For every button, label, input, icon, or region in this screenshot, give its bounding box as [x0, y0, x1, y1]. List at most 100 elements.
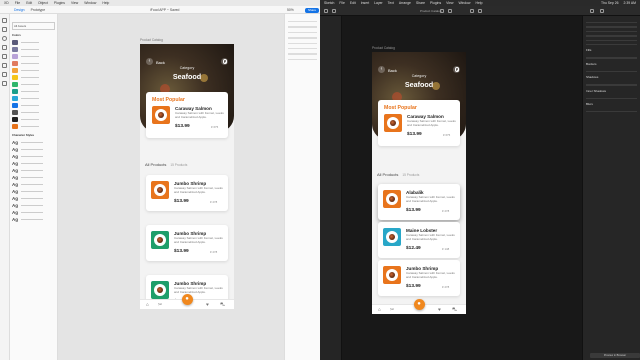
likes-count[interactable]: ♥ 148 [442, 247, 449, 251]
char-style-item[interactable]: Ag [12, 209, 55, 216]
insert-icon[interactable] [324, 9, 328, 13]
home-icon[interactable]: ⌂ [146, 303, 149, 308]
menu-item[interactable]: View [71, 1, 78, 5]
char-style-item[interactable]: Ag [12, 195, 55, 202]
menu-item[interactable]: Sketch [324, 1, 334, 5]
tab-design[interactable]: Design [14, 8, 25, 12]
select-tool-icon[interactable] [2, 18, 7, 23]
tools-icon[interactable]: ✂ [158, 303, 162, 308]
sketch-artboard-label[interactable]: Product Catalog [372, 46, 395, 50]
likes-count[interactable]: ♥ 278 [210, 200, 217, 204]
menu-item[interactable]: Layer [374, 1, 382, 5]
likes-count[interactable]: ♥ 278 [442, 285, 449, 289]
menu-item[interactable]: Edit [350, 1, 356, 5]
menu-item[interactable]: Help [102, 1, 109, 5]
menu-item[interactable]: File [339, 1, 344, 5]
likes-count[interactable]: ♥ 675 [443, 133, 450, 137]
home-icon[interactable]: ⌂ [378, 308, 381, 313]
menu-item[interactable]: Help [476, 1, 483, 5]
ellipse-tool-icon[interactable] [2, 36, 7, 41]
likes-count[interactable]: ♥ 278 [442, 209, 449, 213]
heart-icon[interactable]: ♥ [206, 303, 209, 308]
inspector-section-borders[interactable]: Borders [586, 62, 637, 66]
artboard-product-catalog[interactable]: ‹ Back Category Seafood Most Popular Caraway … [140, 44, 234, 309]
color-swatch[interactable] [12, 39, 55, 46]
menu-item[interactable]: Window [84, 1, 96, 5]
color-swatch[interactable] [12, 95, 55, 102]
back-arrow-icon[interactable]: ‹ [146, 58, 153, 65]
menu-item[interactable]: Window [458, 1, 470, 5]
artboard-tool-icon[interactable] [2, 72, 7, 77]
inspector-section-blurs[interactable]: Blurs [586, 102, 637, 106]
union-icon[interactable] [470, 9, 474, 13]
char-style-item[interactable]: Ag [12, 181, 55, 188]
line-tool-icon[interactable] [2, 45, 7, 50]
char-style-item[interactable]: Ag [12, 216, 55, 223]
likes-count[interactable]: ♥ 278 [210, 250, 217, 254]
inspector-section-fills[interactable]: Fills [586, 48, 637, 52]
menu-item[interactable]: Insert [361, 1, 369, 5]
char-style-item[interactable]: Ag [12, 188, 55, 195]
likes-count[interactable]: ♥ 675 [211, 125, 218, 129]
product-card[interactable]: Jumbo Shrimp Caraway Salmon with Fennel, … [146, 225, 228, 261]
search-icon[interactable] [453, 66, 460, 73]
xd-canvas[interactable]: Product Catalog ‹ Back Category Seafood Most… [58, 14, 284, 360]
menu-item[interactable]: Text [388, 1, 394, 5]
color-swatch[interactable] [12, 116, 55, 123]
ungroup-icon[interactable] [448, 9, 452, 13]
color-swatch[interactable] [12, 74, 55, 81]
inspector-section-inner-shadows[interactable]: Inner Shadows [586, 89, 637, 93]
rectangle-tool-icon[interactable] [2, 27, 7, 32]
char-style-item[interactable]: Ag [12, 146, 55, 153]
layers-icon[interactable] [332, 9, 336, 13]
tab-prototype[interactable]: Prototype [31, 8, 46, 12]
char-style-item[interactable]: Ag [12, 202, 55, 209]
user-icon[interactable]: ● [413, 299, 425, 310]
pen-tool-icon[interactable] [2, 54, 7, 59]
char-style-item[interactable]: Ag [12, 160, 55, 167]
color-swatch[interactable] [12, 123, 55, 130]
color-swatch[interactable] [12, 81, 55, 88]
product-card[interactable]: Jumbo Shrimp Caraway Salmon with Fennel, … [378, 260, 460, 296]
zoom-level[interactable]: 50% [287, 8, 294, 12]
export-icon[interactable] [600, 9, 604, 13]
artboard-label[interactable]: Product Catalog [140, 38, 163, 42]
menu-item[interactable]: XD [4, 1, 9, 5]
cart-icon[interactable]: ⛍ [220, 303, 225, 308]
menu-item[interactable]: Plugins [54, 1, 65, 5]
product-card[interactable]: Jumbo Shrimp Caraway Salmon with Fennel, … [146, 175, 228, 211]
text-tool-icon[interactable] [2, 63, 7, 68]
share-button[interactable]: Share [305, 7, 320, 14]
char-style-item[interactable]: Ag [12, 174, 55, 181]
char-style-item[interactable]: Ag [12, 167, 55, 174]
menu-item[interactable]: Plugins [430, 1, 441, 5]
color-swatch[interactable] [12, 46, 55, 53]
menu-item[interactable]: Share [416, 1, 425, 5]
menu-item[interactable]: View [446, 1, 453, 5]
color-swatch[interactable] [12, 109, 55, 116]
back-label[interactable]: Back [156, 60, 165, 65]
zoom-tool-icon[interactable] [2, 81, 7, 86]
product-card[interactable]: Maine Lobster Caraway Salmon with Fennel,… [378, 222, 460, 258]
color-swatch[interactable] [12, 53, 55, 60]
menu-item[interactable]: File [15, 1, 20, 5]
color-swatch[interactable] [12, 102, 55, 109]
color-swatch[interactable] [12, 88, 55, 95]
color-swatch[interactable] [12, 60, 55, 67]
menu-item[interactable]: Object [38, 1, 48, 5]
char-style-item[interactable]: Ag [12, 153, 55, 160]
color-swatch[interactable] [12, 67, 55, 74]
user-icon[interactable]: ● [181, 294, 193, 305]
char-style-item[interactable]: Ag [12, 139, 55, 146]
back-arrow-icon[interactable]: ‹ [378, 66, 385, 73]
most-popular-card[interactable]: Most Popular Caraway Salmon Caraway Salmon… [146, 92, 228, 138]
back-label[interactable]: Back [388, 68, 397, 73]
tools-icon[interactable]: ✂ [390, 308, 394, 313]
heart-icon[interactable]: ♥ [438, 308, 441, 313]
most-popular-card[interactable]: Most Popular Caraway Salmon Caraway Salmon… [378, 100, 460, 146]
search-icon[interactable] [221, 58, 228, 65]
sketch-artboard-product-catalog[interactable]: ‹ Back Category Seafood Most Popular Caraway … [372, 52, 466, 314]
inspector-section-shadows[interactable]: Shadows [586, 75, 637, 79]
view-icon[interactable] [590, 9, 594, 13]
assets-search[interactable]: All Assets [12, 22, 55, 30]
